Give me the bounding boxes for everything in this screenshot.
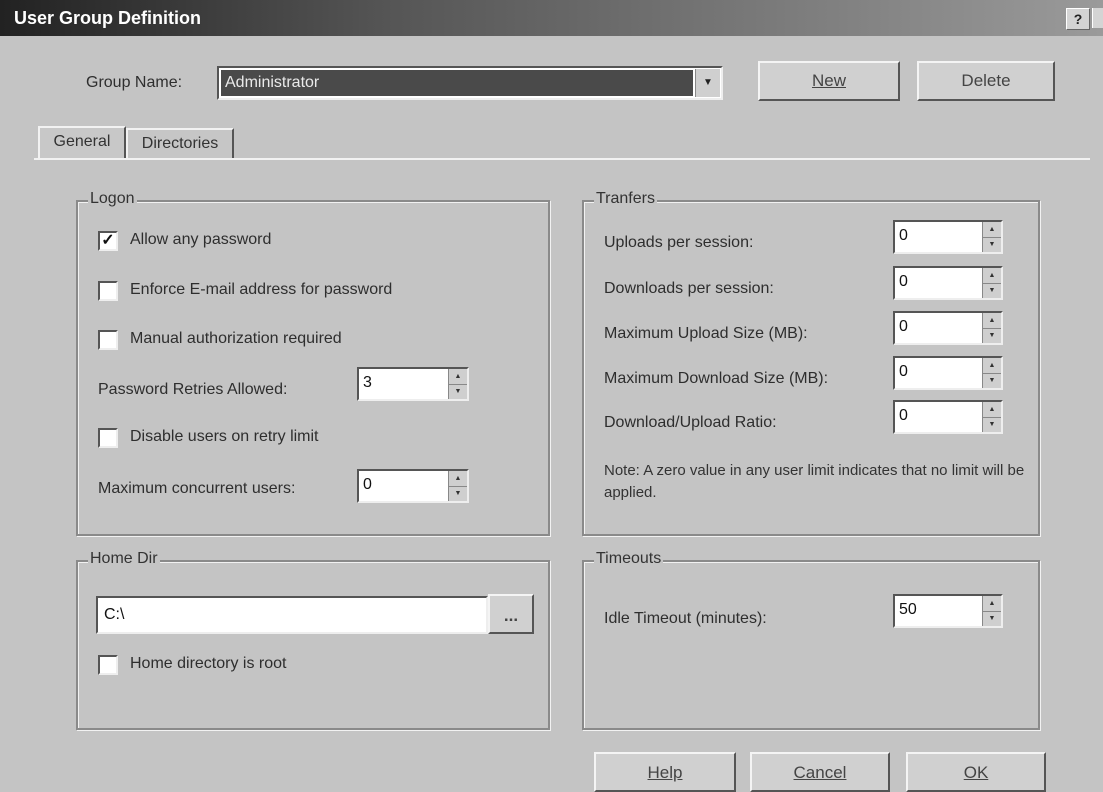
max-upload-size-value: 0: [899, 318, 908, 335]
spin-up-icon[interactable]: ▲: [983, 268, 1001, 284]
spin-up-icon[interactable]: ▲: [983, 402, 1001, 418]
max-download-size-spinner[interactable]: 0 ▲ ▼: [893, 356, 1003, 390]
home-is-root-checkbox[interactable]: [98, 655, 118, 675]
spin-up-icon[interactable]: ▲: [449, 471, 467, 487]
spin-down-icon[interactable]: ▼: [449, 486, 467, 501]
spin-down-icon[interactable]: ▼: [983, 237, 1001, 252]
spin-down-icon[interactable]: ▼: [983, 611, 1001, 626]
spin-down-icon[interactable]: ▼: [983, 373, 1001, 388]
transfers-note: Note: A zero value in any user limit ind…: [604, 462, 1025, 501]
group-name-dropdown[interactable]: Administrator ▼: [217, 66, 723, 100]
max-download-size-value: 0: [899, 363, 908, 380]
home-is-root-label: Home directory is root: [130, 655, 287, 672]
spin-up-icon[interactable]: ▲: [449, 369, 467, 385]
new-button[interactable]: New: [758, 61, 900, 101]
timeouts-group: Timeouts: [582, 550, 1040, 730]
download-upload-ratio-label: Download/Upload Ratio:: [604, 414, 777, 431]
timeouts-group-title: Timeouts: [594, 550, 664, 568]
allow-any-password-checkbox[interactable]: ✓: [98, 231, 118, 251]
spin-up-icon[interactable]: ▲: [983, 313, 1001, 329]
enforce-email-checkbox[interactable]: [98, 281, 118, 301]
spin-down-icon[interactable]: ▼: [983, 283, 1001, 298]
max-concurrent-users-spinner[interactable]: 0 ▲ ▼: [357, 469, 469, 503]
manual-authorization-checkbox[interactable]: [98, 330, 118, 350]
ok-button[interactable]: OK: [906, 752, 1046, 792]
downloads-per-session-value: 0: [899, 273, 908, 290]
download-upload-ratio-value: 0: [899, 407, 908, 424]
spin-down-icon[interactable]: ▼: [983, 328, 1001, 343]
spin-down-icon[interactable]: ▼: [449, 384, 467, 399]
disable-users-checkbox[interactable]: [98, 428, 118, 448]
close-button[interactable]: [1092, 8, 1103, 28]
spin-up-icon[interactable]: ▲: [983, 358, 1001, 374]
tab-directories[interactable]: Directories: [126, 128, 234, 158]
disable-users-label: Disable users on retry limit: [130, 428, 319, 445]
group-name-value: Administrator: [221, 70, 693, 96]
uploads-per-session-value: 0: [899, 227, 908, 244]
transfers-group-title: Tranfers: [594, 190, 657, 208]
logon-group-title: Logon: [88, 190, 137, 208]
help-icon-button[interactable]: ?: [1066, 8, 1090, 30]
uploads-per-session-label: Uploads per session:: [604, 234, 754, 251]
password-retries-label: Password Retries Allowed:: [98, 381, 288, 398]
home-dir-path-input[interactable]: C:\: [96, 596, 488, 634]
idle-timeout-label: Idle Timeout (minutes):: [604, 610, 767, 627]
title-bar: User Group Definition ?: [0, 0, 1103, 36]
max-upload-size-spinner[interactable]: 0 ▲ ▼: [893, 311, 1003, 345]
group-name-label: Group Name:: [86, 74, 183, 91]
spin-down-icon[interactable]: ▼: [983, 417, 1001, 432]
allow-any-password-label: Allow any password: [130, 231, 272, 248]
tab-general[interactable]: General: [38, 126, 126, 160]
max-concurrent-users-value: 0: [363, 476, 372, 493]
home-dir-group: Home Dir: [76, 550, 550, 730]
max-concurrent-users-label: Maximum concurrent users:: [98, 480, 296, 497]
downloads-per-session-spinner[interactable]: 0 ▲ ▼: [893, 266, 1003, 300]
max-download-size-label: Maximum Download Size (MB):: [604, 370, 829, 387]
tab-panel-border: [34, 158, 1090, 160]
chevron-down-icon[interactable]: ▼: [695, 69, 720, 97]
delete-button[interactable]: Delete: [917, 61, 1055, 101]
help-button[interactable]: Help: [594, 752, 736, 792]
download-upload-ratio-spinner[interactable]: 0 ▲ ▼: [893, 400, 1003, 434]
window-title: User Group Definition: [14, 8, 202, 28]
browse-button[interactable]: ...: [488, 594, 534, 634]
password-retries-spinner[interactable]: 3 ▲ ▼: [357, 367, 469, 401]
spin-up-icon[interactable]: ▲: [983, 596, 1001, 612]
enforce-email-label: Enforce E-mail address for password: [130, 281, 393, 298]
idle-timeout-spinner[interactable]: 50 ▲ ▼: [893, 594, 1003, 628]
max-upload-size-label: Maximum Upload Size (MB):: [604, 325, 808, 342]
password-retries-value: 3: [363, 374, 372, 391]
idle-timeout-value: 50: [899, 601, 917, 618]
manual-authorization-label: Manual authorization required: [130, 330, 342, 347]
home-dir-group-title: Home Dir: [88, 550, 160, 568]
cancel-button[interactable]: Cancel: [750, 752, 890, 792]
spin-up-icon[interactable]: ▲: [983, 222, 1001, 238]
uploads-per-session-spinner[interactable]: 0 ▲ ▼: [893, 220, 1003, 254]
downloads-per-session-label: Downloads per session:: [604, 280, 774, 297]
home-dir-path-value: C:\: [104, 606, 125, 623]
